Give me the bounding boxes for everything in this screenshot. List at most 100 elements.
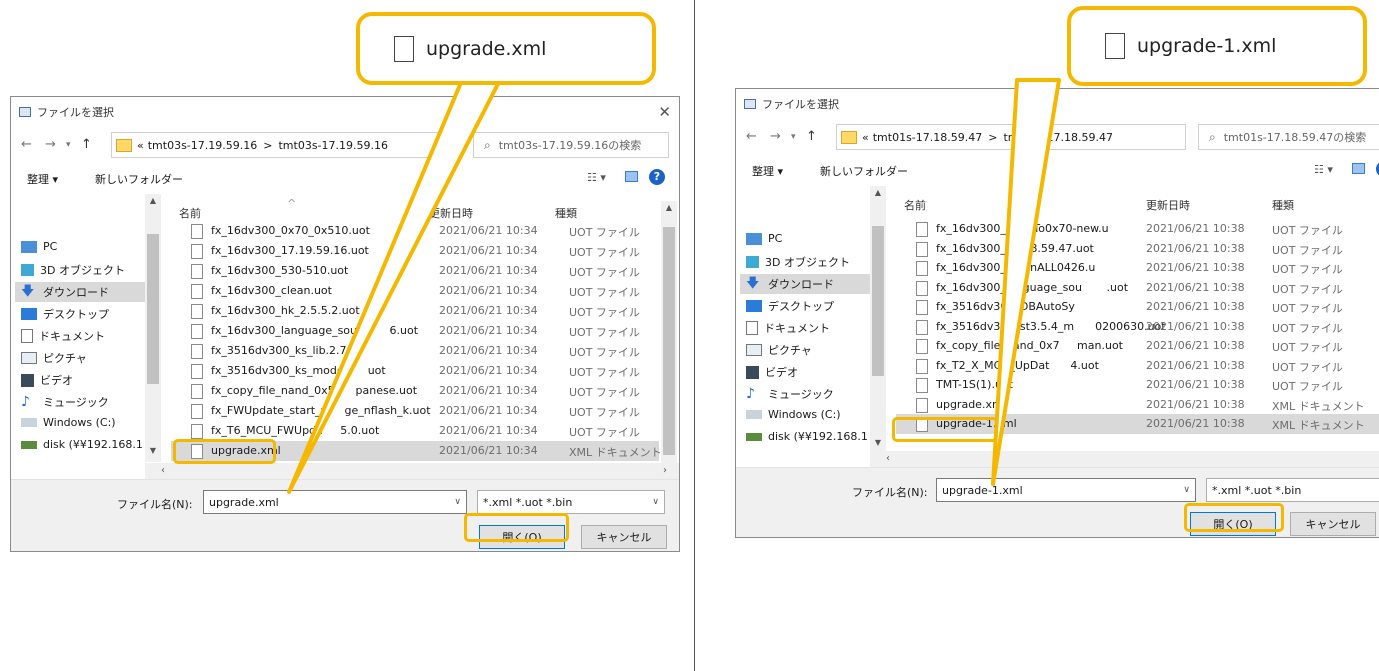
nav-item-pc[interactable]: PC [746, 232, 782, 245]
column-header-date[interactable]: 更新日時 [1146, 197, 1190, 213]
help-icon[interactable]: ? [649, 169, 665, 185]
nav-item-downloads[interactable]: 🡇 ダウンロード [740, 274, 872, 294]
nav-item-network-disk[interactable]: disk (¥¥192.168.1 [746, 430, 868, 443]
recent-dropdown-icon[interactable]: ▾ [66, 140, 71, 150]
close-icon[interactable]: ✕ [658, 103, 671, 121]
up-arrow-icon[interactable]: ↑ [806, 129, 817, 144]
nav-item-3d-objects[interactable]: 3D オブジェクト [746, 254, 850, 270]
column-header-date[interactable]: 更新日時 [429, 205, 473, 221]
file-row[interactable]: fx_16dv300_0x70_0x510.uot 2021/06/21 10:3… [171, 221, 659, 241]
file-row[interactable]: fx_16dv300_17.18.59.47.uot 2021/06/21 10:… [896, 239, 1379, 259]
scroll-up-icon[interactable]: ▲ [145, 196, 161, 210]
nav-item-videos[interactable]: ビデオ [746, 364, 798, 380]
file-row[interactable]: fx_T2_X_MCU_UpDat 4.uot 2021/06/21 10:38 U… [896, 356, 1379, 376]
nav-item-videos[interactable]: ビデオ [21, 372, 73, 388]
nav-item-music[interactable]: ♪ ミュージック [21, 394, 109, 410]
new-folder-button[interactable]: 新しいフォルダー [95, 171, 183, 187]
view-options-icon[interactable]: ☷ ▾ [1314, 163, 1333, 176]
file-row[interactable]: fx_16dv300_CleanALL0426.u 2021/06/21 10:3… [896, 258, 1379, 278]
file-row[interactable]: fx_3516dv300_st3.5.4_m 0200630.uot 2021/0… [896, 317, 1379, 337]
scroll-down-icon[interactable]: ▼ [870, 438, 886, 452]
scroll-right-icon[interactable]: › [663, 465, 667, 476]
organize-button[interactable]: 整理 ▾ [752, 163, 783, 179]
file-row[interactable]: fx_3516dv300_ks_model uot 2021/06/21 10:3… [171, 361, 659, 381]
nav-item-windows-c[interactable]: Windows (C:) [21, 416, 116, 429]
scroll-down-icon[interactable]: ▼ [145, 446, 161, 460]
back-arrow-icon[interactable]: ← [21, 137, 32, 152]
file-row[interactable]: fx_FWUpdate_start_ul ge_nflash_k.uot 2021… [171, 401, 659, 421]
nav-item-music[interactable]: ♪ ミュージック [746, 386, 834, 402]
nav-item-network-disk[interactable]: disk (¥¥192.168.1 [21, 438, 143, 451]
filename-input[interactable]: upgrade-1.xml ∨ [936, 478, 1196, 502]
nav-item-pictures[interactable]: ピクチャ [746, 342, 812, 358]
scrollbar-thumb[interactable] [663, 227, 675, 455]
column-header-type[interactable]: 種類 [1272, 197, 1294, 213]
nav-item-desktop[interactable]: デスクトップ [746, 298, 834, 314]
forward-arrow-icon[interactable]: → [770, 129, 781, 144]
view-options-icon[interactable]: ☷ ▾ [587, 171, 606, 184]
horizontal-scrollbar[interactable]: ‹ › [145, 463, 679, 479]
nav-item-pc[interactable]: PC [21, 240, 57, 253]
file-row[interactable]: fx_16dv300_language_sou .uot 2021/06/21 1… [896, 278, 1379, 298]
chevron-down-icon[interactable]: ∨ [454, 497, 461, 507]
file-row[interactable]: TMT-1S(1).uot 2021/06/21 10:38 UOT ファイル [896, 375, 1379, 395]
forward-arrow-icon[interactable]: → [45, 137, 56, 152]
search-box[interactable]: ⌕ tmt01s-17.18.59.47の検索 [1198, 124, 1379, 150]
scroll-up-icon[interactable]: ▲ [661, 203, 677, 217]
nav-item-windows-c[interactable]: Windows (C:) [746, 408, 841, 421]
back-arrow-icon[interactable]: ← [746, 129, 757, 144]
nav-item-documents[interactable]: ドキュメント [21, 328, 105, 344]
filetype-select[interactable]: *.xml *.uot *.bin ∨ [477, 490, 665, 514]
cancel-button[interactable]: キャンセル [581, 525, 667, 549]
address-bar[interactable]: « tmt01s-17.18.59.47 > tmt01s-17.18.59.4… [836, 124, 1186, 150]
file-row[interactable]: fx_16dv300_0x30To0x70-new.u 2021/06/21 10… [896, 219, 1379, 239]
file-row[interactable]: fx_copy_file_nand_0x5 panese.uot 2021/06/… [171, 381, 659, 401]
horizontal-scrollbar[interactable]: ‹ [870, 451, 1379, 467]
breadcrumb-current[interactable]: tmt01s-17.18.59.47 [1003, 131, 1113, 144]
file-scrollbar[interactable]: ▲ [661, 201, 677, 463]
scrollbar-thumb[interactable] [872, 226, 884, 376]
file-row[interactable]: fx_3516dv300_ks_lib.2.7.3 2021/06/21 10:3… [171, 341, 659, 361]
chevron-down-icon[interactable]: ∨ [1183, 485, 1190, 495]
file-row[interactable]: upgrade.xml 2021/06/21 10:38 XML ドキュメント [896, 395, 1379, 415]
scroll-up-icon[interactable]: ▲ [870, 188, 886, 202]
scroll-left-icon[interactable]: ‹ [886, 453, 890, 464]
filename-input[interactable]: upgrade.xml ∨ [203, 490, 467, 514]
nav-item-3d-objects[interactable]: 3D オブジェクト [21, 262, 125, 278]
nav-scrollbar[interactable]: ▲ ▼ [870, 186, 886, 454]
breadcrumb-overflow[interactable]: « [862, 131, 869, 144]
breadcrumb-parent[interactable]: tmt03s-17.19.59.16 [148, 139, 258, 152]
file-row[interactable]: fx_16dv300_530-510.uot 2021/06/21 10:34 UO… [171, 261, 659, 281]
breadcrumb-parent[interactable]: tmt01s-17.18.59.47 [873, 131, 983, 144]
up-arrow-icon[interactable]: ↑ [81, 137, 92, 152]
filetype-select[interactable]: *.xml *.uot *.bin ∨ [1206, 478, 1379, 502]
column-header-type[interactable]: 種類 [555, 205, 577, 221]
preview-pane-icon[interactable] [625, 171, 638, 182]
file-row[interactable]: fx_16dv300_17.19.59.16.uot 2021/06/21 10:… [171, 241, 659, 261]
file-row[interactable]: fx_3516dv300_DBAutoSy 2021/06/21 10:38 UOT… [896, 297, 1379, 317]
cancel-button[interactable]: キャンセル [1290, 512, 1376, 536]
breadcrumb-overflow[interactable]: « [137, 139, 144, 152]
column-header-name[interactable]: 名前 [179, 205, 201, 221]
recent-dropdown-icon[interactable]: ▾ [791, 132, 796, 142]
breadcrumb-current[interactable]: tmt03s-17.19.59.16 [278, 139, 388, 152]
column-header-name[interactable]: 名前 [904, 197, 926, 213]
file-row[interactable]: fx_16dv300_clean.uot 2021/06/21 10:34 UOT … [171, 281, 659, 301]
nav-item-desktop[interactable]: デスクトップ [21, 306, 109, 322]
nav-item-downloads[interactable]: 🡇 ダウンロード [15, 282, 147, 302]
nav-item-documents[interactable]: ドキュメント [746, 320, 830, 336]
nav-item-pictures[interactable]: ピクチャ [21, 350, 87, 366]
file-row[interactable]: fx_16dv300_language_sour 6.uot 2021/06/21… [171, 321, 659, 341]
organize-button[interactable]: 整理 ▾ [27, 171, 58, 187]
file-row[interactable]: fx_T6_MCU_FWUpda 5.0.uot 2021/06/21 10:34… [171, 421, 659, 441]
file-row[interactable]: fx_16dv300_hk_2.5.5.2.uot 2021/06/21 10:3… [171, 301, 659, 321]
file-row[interactable]: fx_copy_file_nand_0x7 man.uot 2021/06/21 … [896, 336, 1379, 356]
scrollbar-thumb[interactable] [147, 234, 159, 384]
scroll-left-icon[interactable]: ‹ [161, 465, 165, 476]
chevron-down-icon[interactable]: ∨ [652, 497, 659, 507]
new-folder-button[interactable]: 新しいフォルダー [820, 163, 908, 179]
address-bar[interactable]: « tmt03s-17.19.59.16 > tmt03s-17.19.59.1… [111, 132, 461, 158]
preview-pane-icon[interactable] [1352, 163, 1365, 174]
nav-scrollbar[interactable]: ▲ ▼ [145, 194, 161, 462]
search-box[interactable]: ⌕ tmt03s-17.19.59.16の検索 [473, 132, 669, 158]
